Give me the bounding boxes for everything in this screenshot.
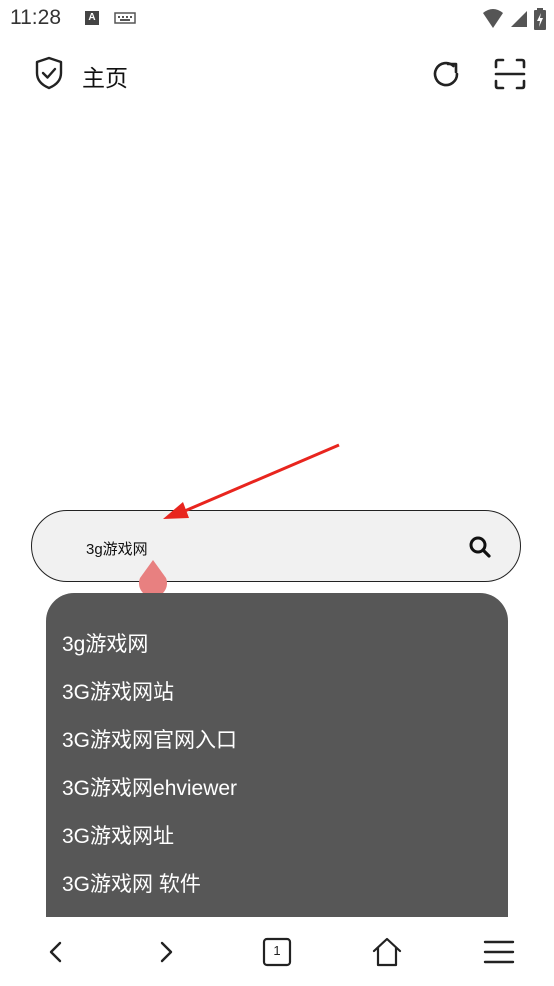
search-icon[interactable] (466, 533, 494, 561)
bottom-nav: 1 (0, 918, 554, 986)
tab-count: 1 (273, 943, 281, 958)
suggestion-item[interactable]: 3G游戏网址 (62, 820, 174, 850)
back-icon[interactable] (38, 934, 74, 970)
search-input[interactable]: 3g游戏网 (86, 538, 148, 559)
wifi-icon (483, 9, 503, 28)
status-time: 11:28 (10, 6, 61, 29)
shield-check-icon[interactable] (34, 56, 64, 90)
reload-icon[interactable] (428, 56, 464, 92)
home-icon[interactable] (369, 934, 405, 970)
forward-icon[interactable] (148, 934, 184, 970)
suggestion-list: 3g游戏网 3G游戏网站 3G游戏网官网入口 3G游戏网ehviewer 3G游… (46, 593, 508, 917)
status-bar: 11:28 A (0, 0, 554, 36)
suggestion-item[interactable]: 3G游戏网ehviewer (62, 772, 237, 802)
signal-icon (511, 11, 527, 27)
suggestion-item[interactable]: 3G游戏网 软件 (62, 868, 201, 898)
keyboard-icon (114, 12, 136, 24)
battery-icon (534, 8, 546, 30)
a-icon: A (85, 11, 99, 25)
tabs-button[interactable]: 1 (259, 934, 295, 970)
suggestion-item[interactable]: 3G游戏网官网入口 (62, 724, 237, 754)
app-bar: 主页 (0, 40, 554, 104)
cursor-handle[interactable] (136, 558, 170, 596)
menu-icon[interactable] (481, 934, 517, 970)
search-box[interactable]: 3g游戏网 (31, 510, 521, 582)
suggestion-item[interactable]: 3G游戏网站 (62, 676, 174, 706)
scan-icon[interactable] (492, 56, 528, 92)
suggestion-item[interactable]: 3g游戏网 (62, 628, 148, 658)
page-title: 主页 (82, 65, 128, 91)
